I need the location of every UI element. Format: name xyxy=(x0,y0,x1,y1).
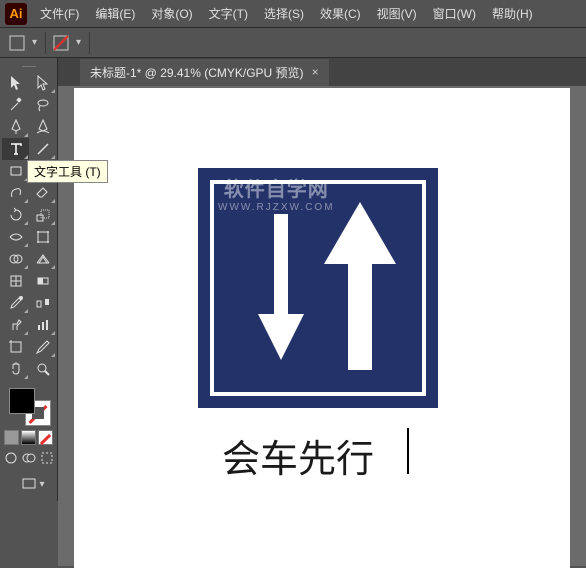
shaper-tool[interactable] xyxy=(2,182,29,204)
chevron-down-icon: ▾ xyxy=(32,37,37,48)
fill-stroke-control[interactable] xyxy=(7,388,51,426)
color-mode-swatch[interactable] xyxy=(4,430,19,445)
eraser-tool[interactable] xyxy=(29,182,56,204)
menu-type[interactable]: 文字(T) xyxy=(201,1,256,26)
menu-effect[interactable]: 效果(C) xyxy=(312,1,369,26)
type-tool[interactable] xyxy=(2,138,29,160)
menu-bar: 文件(F) 编辑(E) 对象(O) 文字(T) 选择(S) 效果(C) 视图(V… xyxy=(32,1,541,26)
chevron-down-icon: ▾ xyxy=(76,37,81,48)
text-cursor xyxy=(407,428,409,474)
control-stroke-group[interactable]: ▾ xyxy=(8,32,46,54)
direct-selection-tool[interactable] xyxy=(29,72,56,94)
tool-tooltip: 文字工具 (T) xyxy=(27,160,108,183)
column-graph-tool[interactable] xyxy=(29,314,56,336)
swatch-icon xyxy=(52,34,70,52)
color-panel: ▾ xyxy=(2,386,55,497)
document-tab-bar: 未标题-1* @ 29.41% (CMYK/GPU 预览) × xyxy=(0,58,586,86)
scale-tool[interactable] xyxy=(29,204,56,226)
close-icon[interactable]: × xyxy=(312,65,319,79)
shape-builder-tool[interactable] xyxy=(2,248,29,270)
draw-inside-icon[interactable] xyxy=(39,449,55,467)
hand-tool[interactable] xyxy=(2,358,29,380)
rectangle-tool[interactable] xyxy=(2,160,29,182)
rotate-tool[interactable] xyxy=(2,204,29,226)
arrow-down-icon xyxy=(254,214,308,364)
menu-select[interactable]: 选择(S) xyxy=(256,1,312,26)
menu-edit[interactable]: 编辑(E) xyxy=(87,1,143,26)
arrow-up-icon xyxy=(320,202,400,372)
gradient-mode-swatch[interactable] xyxy=(21,430,36,445)
menu-object[interactable]: 对象(O) xyxy=(143,1,200,26)
canvas-area[interactable]: 软件自学网 WWW.RJZXW.COM 会车先行 xyxy=(58,86,586,566)
panel-grip[interactable] xyxy=(2,62,55,70)
selection-tool[interactable] xyxy=(2,72,29,94)
tools-panel: ▾ xyxy=(0,58,58,501)
document-tab-title: 未标题-1* @ 29.41% (CMYK/GPU 预览) xyxy=(90,64,304,81)
menu-window[interactable]: 窗口(W) xyxy=(425,1,484,26)
screen-mode-button[interactable]: ▾ xyxy=(17,473,41,495)
magic-wand-tool[interactable] xyxy=(2,94,29,116)
line-segment-tool[interactable] xyxy=(29,138,56,160)
gradient-tool[interactable] xyxy=(29,270,56,292)
title-bar: Ai 文件(F) 编辑(E) 对象(O) 文字(T) 选择(S) 效果(C) 视… xyxy=(0,0,586,28)
fill-swatch[interactable] xyxy=(9,388,35,414)
artboard-tool[interactable] xyxy=(2,336,29,358)
app-logo-text: Ai xyxy=(5,3,27,25)
pen-tool[interactable] xyxy=(2,116,29,138)
perspective-grid-tool[interactable] xyxy=(29,248,56,270)
blend-tool[interactable] xyxy=(29,292,56,314)
document-tab[interactable]: 未标题-1* @ 29.41% (CMYK/GPU 预览) × xyxy=(80,59,329,86)
draw-normal-icon[interactable] xyxy=(3,449,19,467)
mesh-tool[interactable] xyxy=(2,270,29,292)
menu-file[interactable]: 文件(F) xyxy=(32,1,87,26)
width-tool[interactable] xyxy=(2,226,29,248)
sign-graphic[interactable] xyxy=(198,168,438,408)
curvature-tool[interactable] xyxy=(29,116,56,138)
symbol-sprayer-tool[interactable] xyxy=(2,314,29,336)
control-bar: ▾ ▾ xyxy=(0,28,586,58)
none-mode-swatch[interactable] xyxy=(38,430,53,445)
free-transform-tool[interactable] xyxy=(29,226,56,248)
menu-view[interactable]: 视图(V) xyxy=(369,1,425,26)
artboard[interactable]: 软件自学网 WWW.RJZXW.COM 会车先行 xyxy=(74,88,570,568)
zoom-tool[interactable] xyxy=(29,358,56,380)
menu-help[interactable]: 帮助(H) xyxy=(484,1,541,26)
draw-behind-icon[interactable] xyxy=(21,449,37,467)
control-color-group[interactable]: ▾ xyxy=(52,32,90,54)
lasso-tool[interactable] xyxy=(29,94,56,116)
rectangle-icon xyxy=(8,34,26,52)
app-logo: Ai xyxy=(0,3,32,25)
slice-tool[interactable] xyxy=(29,336,56,358)
eyedropper-tool[interactable] xyxy=(2,292,29,314)
artboard-text[interactable]: 会车先行 xyxy=(222,428,374,483)
